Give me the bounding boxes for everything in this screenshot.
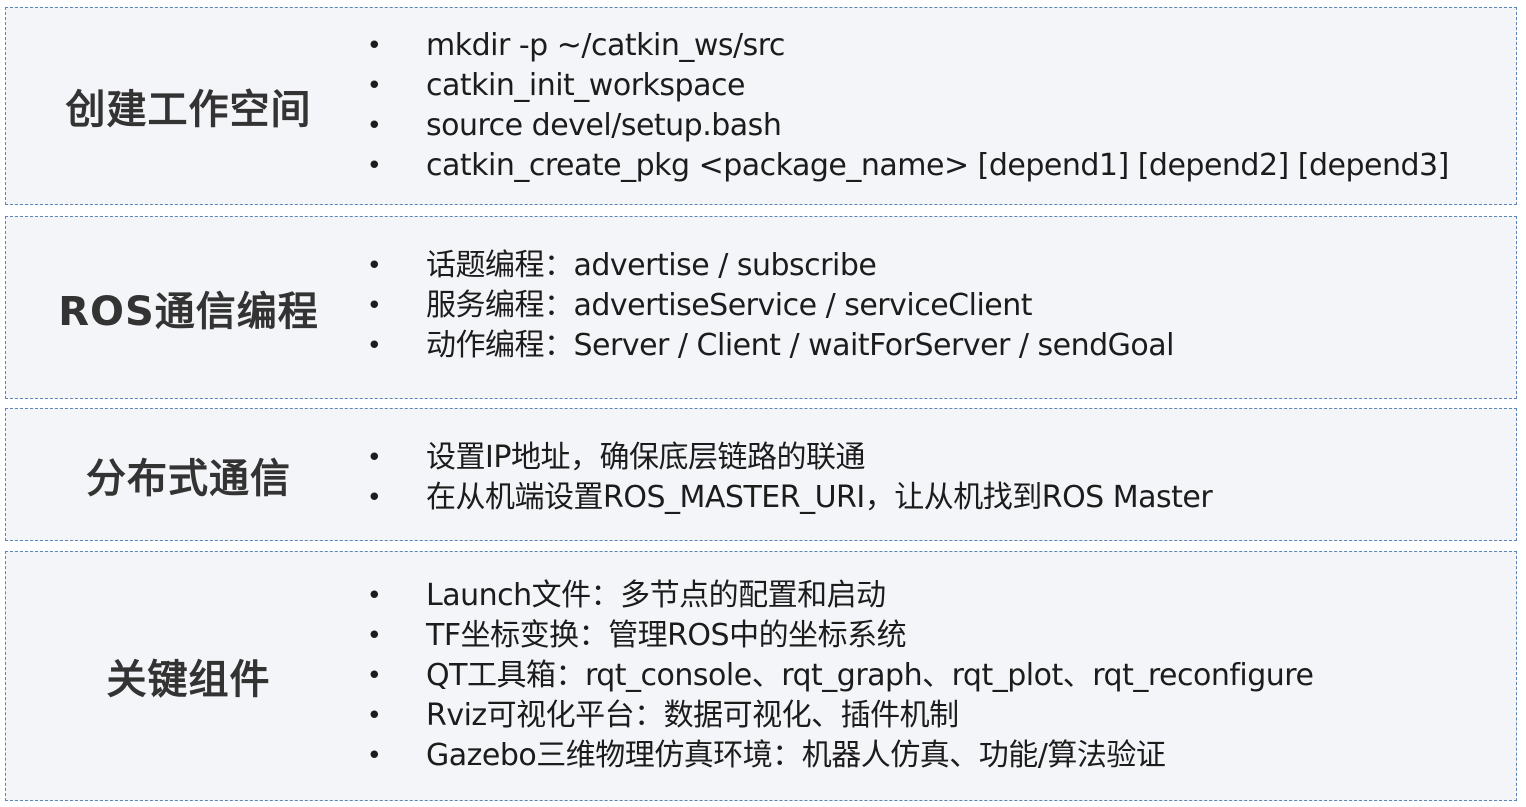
- item-text: Gazebo三维物理仿真环境：机器人仿真、功能/算法验证: [426, 738, 1166, 773]
- section-distributed-communication: 分布式通信 • 设置IP地址，确保底层链路的联通 • 在从机端设置ROS_MAS…: [5, 408, 1517, 541]
- section-title: 分布式通信: [86, 455, 291, 502]
- item-text: mkdir -p ~/catkin_ws/src: [426, 28, 785, 63]
- bullet-icon: •: [366, 291, 382, 321]
- section-title: ROS通信编程: [58, 288, 319, 335]
- bullet-icon: •: [366, 701, 382, 731]
- bullet-icon: •: [366, 741, 382, 771]
- item-text: 话题编程：advertise / subscribe: [426, 248, 877, 283]
- item-text: Launch文件：多节点的配置和启动: [426, 578, 886, 613]
- bullet-icon: •: [366, 251, 382, 281]
- item-text: catkin_create_pkg <package_name> [depend…: [426, 148, 1449, 183]
- section-key-components: 关键组件 • Launch文件：多节点的配置和启动 • TF坐标变换：管理ROS…: [5, 551, 1517, 801]
- bullet-icon: •: [366, 581, 382, 611]
- bullet-icon: •: [366, 331, 382, 361]
- bullet-icon: •: [366, 31, 382, 61]
- bullet-icon: •: [366, 151, 382, 181]
- section-title: 创建工作空间: [65, 87, 312, 133]
- item-text: source devel/setup.bash: [426, 108, 782, 143]
- section-ros-communication: ROS通信编程 • 话题编程：advertise / subscribe • 服…: [5, 216, 1517, 399]
- item-text: 设置IP地址，确保底层链路的联通: [426, 440, 865, 475]
- section-create-workspace: 创建工作空间 • mkdir -p ~/catkin_ws/src • catk…: [5, 7, 1517, 205]
- section-title: 关键组件: [106, 657, 271, 703]
- bullet-icon: •: [366, 443, 382, 473]
- item-text: 服务编程：advertiseService / serviceClient: [426, 288, 1033, 323]
- bullet-icon: •: [366, 621, 382, 651]
- item-text: catkin_init_workspace: [426, 68, 745, 103]
- item-text: QT工具箱：rqt_console、rqt_graph、rqt_plot、rqt…: [426, 658, 1314, 693]
- item-text: 动作编程：Server / Client / waitForServer / s…: [426, 328, 1175, 363]
- bullet-icon: •: [366, 661, 382, 691]
- item-text: 在从机端设置ROS_MASTER_URI，让从机找到ROS Master: [426, 480, 1213, 515]
- item-text: TF坐标变换：管理ROS中的坐标系统: [426, 618, 907, 653]
- bullet-icon: •: [366, 483, 382, 513]
- bullet-icon: •: [366, 71, 382, 101]
- bullet-icon: •: [366, 111, 382, 141]
- item-text: Rviz可视化平台：数据可视化、插件机制: [426, 698, 959, 733]
- summary-slide: 创建工作空间 • mkdir -p ~/catkin_ws/src • catk…: [0, 0, 1526, 807]
